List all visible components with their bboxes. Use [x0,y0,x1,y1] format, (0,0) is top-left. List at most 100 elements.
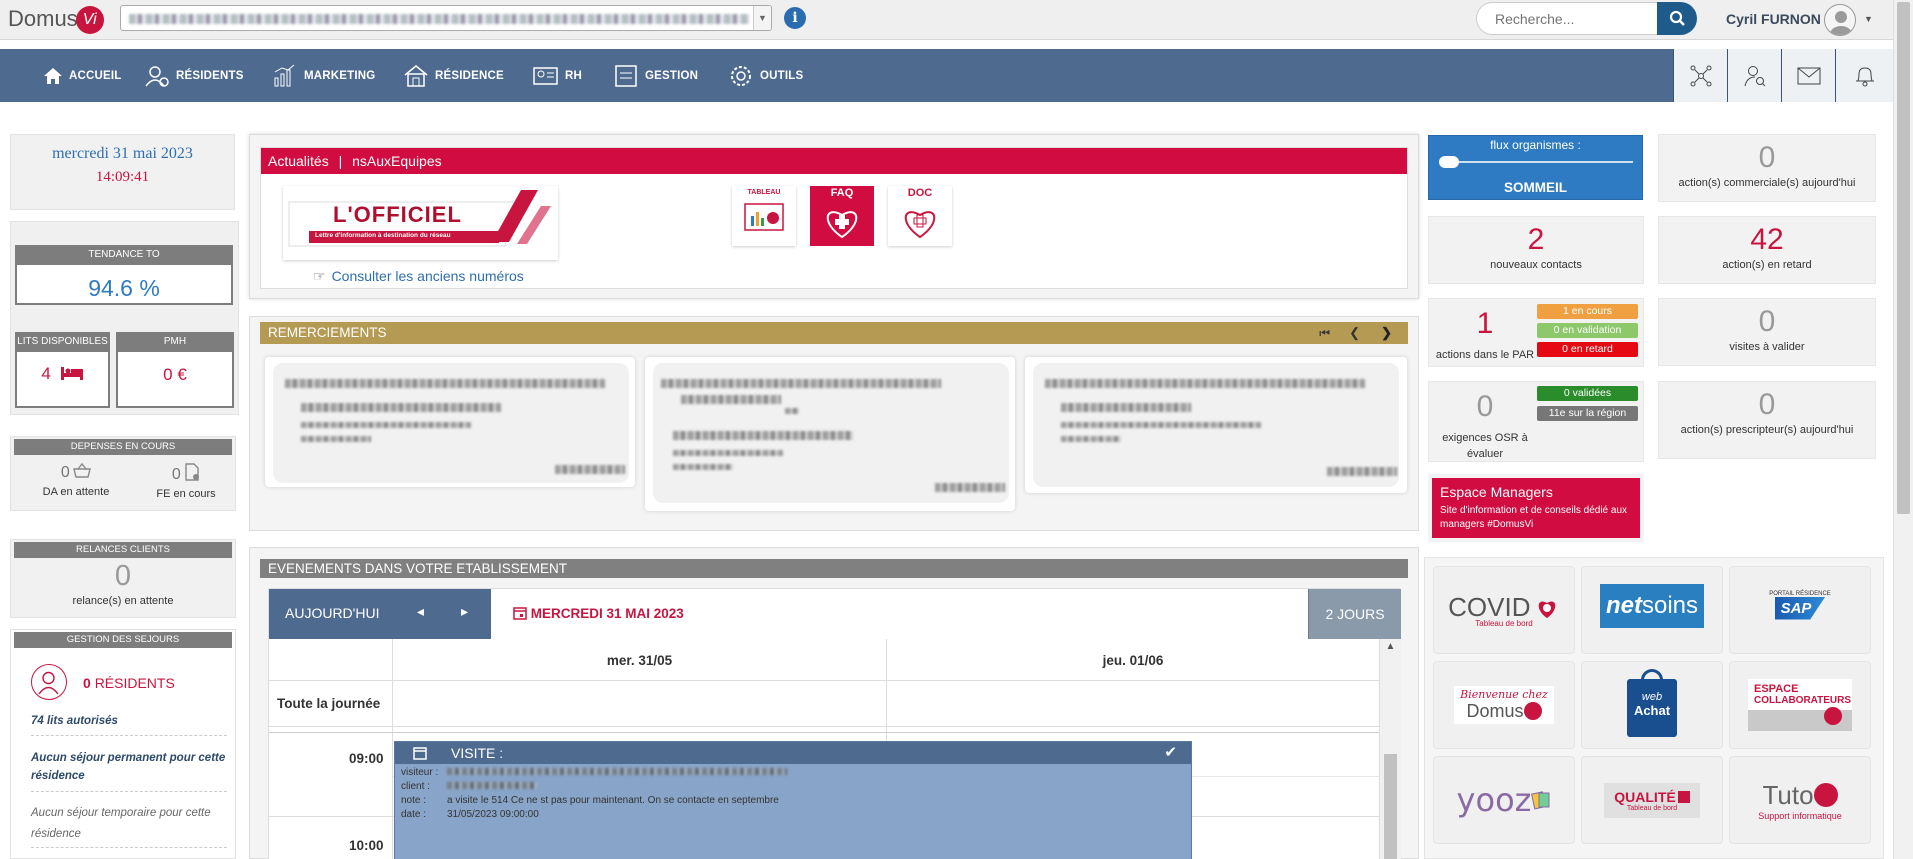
tab-equipes[interactable]: nsAuxEquipes [352,153,442,169]
flux-status: SOMMEIL [1504,180,1567,195]
pmh-card[interactable]: PMH 0 € [116,332,234,408]
officiel-subtitle: Lettre d'information à destination du ré… [315,232,451,239]
osr-card[interactable]: 0 exigences OSR à évaluer 0 validées 11e… [1428,381,1644,462]
consulter-link[interactable]: ☞ Consulter les anciens numéros [313,268,524,285]
top-bar: DomusVi ▼ i Cyril FURNON ▼ [0,0,1893,40]
residence-select[interactable]: ▼ [120,5,772,31]
thanks-card[interactable] [1025,357,1407,493]
prescripteur-card[interactable]: 0 action(s) prescripteur(s) aujourd'hui [1658,381,1876,459]
espace-managers-card[interactable]: Espace Managers Site d'information et de… [1428,474,1644,542]
visites-card[interactable]: 0 visites à valider [1658,298,1876,366]
yooz-tile[interactable]: yooz [1433,756,1575,844]
tab-actualites[interactable]: Actualités [268,153,329,169]
commerciales-card[interactable]: 0 action(s) commerciale(s) aujourd'hui [1658,134,1876,202]
domusvi-logo[interactable]: Domus Vi [8,6,104,35]
user-search-icon [1744,65,1765,86]
prev-day-button[interactable]: ◂ [417,603,424,620]
nav-item-rh[interactable]: RH [533,49,582,102]
heart-cross-icon [826,211,858,239]
yooz-logo: yooz [1456,781,1532,819]
covid-tile[interactable]: COVID Tableau de bord [1433,566,1575,654]
flux-organismes-toggle[interactable]: flux organismes : SOMMEIL [1428,135,1643,200]
building-icon [404,64,428,87]
flux-slider-knob[interactable] [1439,156,1459,168]
event-visite[interactable]: VISITE : ✔ visiteur : client : note : a v… [394,741,1192,859]
avatar[interactable] [1824,4,1856,36]
network-button[interactable] [1673,49,1727,102]
col-header-mer[interactable]: mer. 31/05 [393,653,886,668]
remerciements-header: REMERCIEMENTS ⏮ ❮ ❯ [260,322,1408,344]
tendance-panel: TENDANCE TO 94.6 % LITS DISPONIBLES 4 PM… [10,221,239,415]
lits-card[interactable]: LITS DISPONIBLES 4 [15,332,110,408]
residents-count-row[interactable]: 0 RÉSIDENTS [83,675,175,691]
visiteur-label: visiteur : [401,767,439,778]
user-name[interactable]: Cyril FURNON [1726,11,1821,27]
da-item[interactable]: 0 DA en attente [31,462,121,498]
user-icon [1830,11,1852,35]
tableau-covid-tile[interactable]: TABLEAU [732,186,796,246]
user-menu-caret-icon[interactable]: ▼ [1864,14,1873,24]
bienvenue-tile[interactable]: Bienvenue chez Domus [1433,661,1575,749]
calendar-scrollbar[interactable]: ▲ [1379,639,1401,859]
apps-grid: COVID Tableau de bord netsoins PORTAIL R… [1424,557,1884,859]
calendar-nav: AUJOURD'HUI ◂ ▸ [269,589,491,639]
webachat-tile[interactable]: web Achat [1581,661,1723,749]
home-icon [44,67,62,84]
qualite-text: QUALITÉ [1614,788,1676,805]
bell-icon [1855,66,1874,86]
netsoins-tile[interactable]: netsoins [1581,566,1723,654]
par-card[interactable]: 1 actions dans le PAR 1 en cours 0 en va… [1428,298,1644,367]
check-icon[interactable]: ✔ [1164,742,1177,764]
chevron-down-icon[interactable]: ▼ [753,6,771,30]
lits-label: LITS DISPONIBLES [15,332,110,352]
event-title: VISITE : [451,745,504,761]
tuto-subtitle: Support informatique [1758,810,1842,821]
nav-item-residence[interactable]: RÉSIDENCE [403,49,504,102]
mail-button[interactable] [1781,49,1835,102]
nav-item-residents[interactable]: RÉSIDENTS [144,49,244,102]
document-icon [185,463,200,481]
thanks-card[interactable] [645,357,1015,511]
first-page-icon[interactable]: ⏮ [1319,322,1330,344]
user-search-button[interactable] [1727,49,1781,102]
nav-item-gestion[interactable]: GESTION [613,49,698,102]
view-2-jours-button[interactable]: 2 JOURS [1308,589,1401,639]
tuto-tile[interactable]: Tuto Support informatique [1729,756,1871,844]
nav-item-outils[interactable]: OUTILS [728,49,803,102]
info-icon[interactable]: i [784,7,806,29]
prev-icon[interactable]: ❮ [1349,322,1360,344]
prescripteur-value: 0 [1758,388,1776,421]
doc-tile[interactable]: DOC [888,186,952,246]
next-icon[interactable]: ❯ [1381,322,1392,344]
scroll-up-icon[interactable]: ▲ [1380,641,1401,652]
sap-tile[interactable]: PORTAIL RÉSIDENCE SAP [1729,566,1871,654]
current-date-label: MERCREDI 31 MAI 2023 [513,606,684,621]
next-day-button[interactable]: ▸ [461,603,468,620]
heart-doc-icon [904,211,936,239]
notifications-button[interactable] [1835,49,1893,102]
col-header-jeu[interactable]: jeu. 01/06 [887,653,1379,668]
osr-value: 0 [1476,390,1494,423]
faq-tile[interactable]: FAQ [810,186,874,246]
faq-tile-label: FAQ [830,187,854,199]
officiel-banner[interactable]: L'OFFICIEL Lettre d'information à destin… [283,186,558,260]
today-button[interactable]: AUJOURD'HUI [285,605,379,621]
calendar-scroll-thumb[interactable] [1384,754,1397,859]
tendance-label: TENDANCE TO [15,245,233,265]
thanks-card[interactable] [265,357,635,487]
da-label: DA en attente [42,486,110,498]
date-label: date : [401,809,427,820]
nav-item-accueil[interactable]: ACCUEIL [43,49,122,102]
calendar-icon [413,747,427,760]
search-button[interactable] [1657,2,1697,35]
contacts-card[interactable]: 2 nouveaux contacts [1428,216,1644,284]
qualite-tile[interactable]: QUALITÉ Tableau de bord [1581,756,1723,844]
page-scrollbar[interactable] [1893,0,1913,859]
nav-item-marketing[interactable]: MARKETING [272,49,375,102]
search-input[interactable] [1476,2,1658,35]
contacts-label: nouveaux contacts [1490,259,1582,271]
retard-card[interactable]: 42 action(s) en retard [1658,216,1876,284]
fe-item[interactable]: 0 FE en cours [141,463,231,500]
scrollbar-thumb[interactable] [1897,2,1910,514]
collaborateurs-tile[interactable]: ESPACE COLLABORATEURS [1729,661,1871,749]
